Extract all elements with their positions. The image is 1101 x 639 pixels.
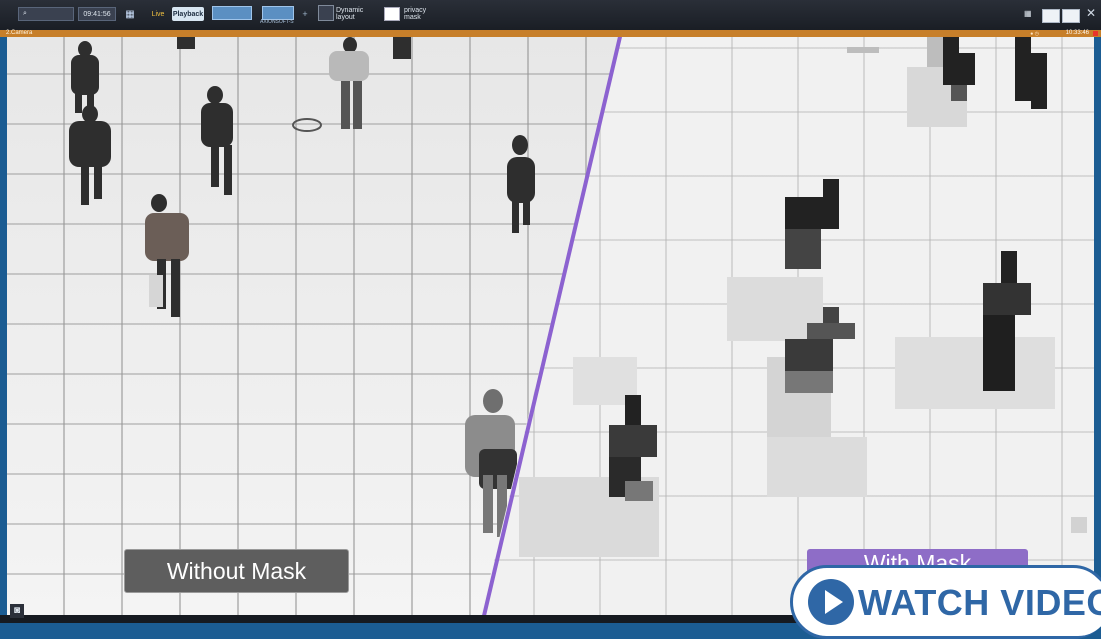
right-frame [1094, 37, 1101, 623]
top-toolbar: ⌕ 09:41:56 ▦ Live Playback AXIONSOFT-S +… [0, 0, 1101, 30]
search-field[interactable]: ⌕ [18, 7, 74, 21]
split-view-button[interactable] [1042, 9, 1060, 23]
camera-name: 2.Camera [6, 30, 33, 36]
camera-header: 2.Camera ● ◷ 10:33:46 [0, 30, 1101, 37]
watch-video-label[interactable]: WATCH VIDEO [858, 582, 1101, 624]
snapshot-icon[interactable]: ◙ [10, 604, 24, 618]
time-display[interactable]: 09:41:56 [78, 7, 116, 21]
camera-thumbnail[interactable] [262, 6, 294, 20]
tools-icon[interactable]: ✕ [1084, 6, 1098, 20]
camera-timestamp: 10:33:46 [1065, 30, 1089, 36]
live-button[interactable]: Live [148, 7, 168, 21]
grid-view-icon[interactable]: ▦ [1024, 9, 1036, 21]
divider-line [480, 37, 623, 623]
left-frame [0, 37, 7, 623]
layout-thumbnail[interactable] [212, 6, 252, 20]
grid-icon[interactable]: ▦ [124, 7, 136, 21]
camera-video-feed[interactable] [7, 37, 1094, 623]
layout-name[interactable]: privacy mask [404, 7, 444, 21]
layout-tab-privacy-mask[interactable] [384, 7, 400, 21]
play-triangle-icon [825, 590, 843, 614]
search-icon: ⌕ [23, 10, 27, 17]
recording-indicator-icon [1093, 31, 1098, 36]
playback-button[interactable]: Playback [172, 7, 204, 21]
add-icon[interactable]: + [300, 7, 310, 21]
without-mask-label: Without Mask [124, 549, 349, 593]
camera-thumbnail-label: AXIONSOFT-S [260, 19, 294, 25]
layout-icon[interactable] [318, 5, 334, 21]
dynamic-layout-button[interactable]: Dynamic layout [336, 7, 382, 21]
single-view-button[interactable] [1062, 9, 1080, 23]
